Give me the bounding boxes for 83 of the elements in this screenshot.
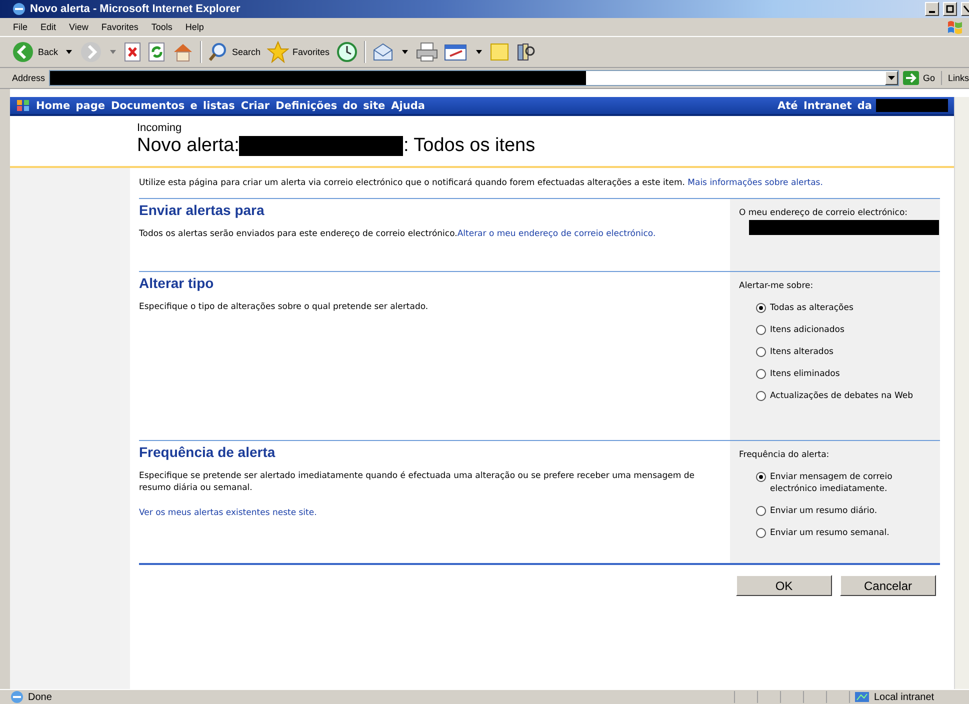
books-icon[interactable] — [516, 42, 536, 62]
option-label: Itens eliminados — [770, 368, 840, 380]
section-description: Todos os alertas serão enviados para este endereço de correio electrónico.Alterar o meu endereço de correio electrónico. — [139, 228, 657, 240]
change-email-link[interactable]: Alterar o meu endereço de correio electrónico. — [457, 229, 656, 239]
menu-item[interactable]: Help — [185, 22, 204, 32]
radio-button[interactable] — [756, 528, 766, 538]
windows-logo-icon — [947, 20, 963, 34]
option-label: Itens alterados — [770, 346, 834, 358]
favorites-button[interactable]: Favorites — [266, 41, 330, 63]
panel-label: Alertar-me sobre: — [739, 280, 814, 292]
option-label: Actualizações de debates na Web — [770, 390, 913, 402]
option-label: Enviar um resumo semanal. — [770, 527, 890, 539]
site-icon — [16, 99, 30, 112]
radio-button[interactable] — [756, 391, 766, 401]
close-button[interactable] — [961, 2, 969, 16]
section-title: Alterar tipo — [139, 275, 215, 291]
menu-item[interactable]: Tools — [151, 22, 172, 32]
option-label: Itens adicionados — [770, 324, 844, 336]
existing-alerts-link[interactable]: Ver os meus alertas existentes neste site. — [139, 508, 317, 518]
intranet-icon — [854, 691, 870, 703]
security-zone: Local intranet — [874, 692, 934, 702]
search-icon — [208, 42, 228, 62]
scrollbar[interactable] — [954, 97, 969, 689]
radio-button[interactable] — [756, 472, 766, 482]
panel-label: O meu endereço de correio electrónico: — [739, 207, 909, 219]
nav-link[interactable]: Documentos e listas — [110, 100, 235, 112]
section-description: Especifique se pretende ser alertado imediatamente quando é efectuada uma alteração ou se prefere receber uma mensagem de resumo diária ou semanal. — [139, 470, 696, 494]
caret-icon — [888, 76, 895, 80]
option-label: Enviar um resumo diário. — [770, 505, 878, 517]
radio-button[interactable] — [756, 347, 766, 357]
form-button[interactable]: OK — [736, 575, 832, 596]
help-link[interactable]: Mais informações sobre alertas. — [688, 178, 823, 188]
go-button[interactable]: Go — [902, 71, 942, 85]
nav-link[interactable]: Home page — [36, 100, 105, 112]
nav-link[interactable]: Até Intranet da — [778, 100, 872, 112]
redaction-bar — [876, 99, 948, 112]
maximize-button[interactable] — [943, 2, 957, 16]
address-label: Address — [12, 73, 46, 83]
nav-link[interactable]: Definições do site — [276, 100, 386, 112]
nav-link[interactable]: Criar — [240, 100, 270, 112]
menu-item[interactable]: View — [69, 22, 88, 32]
close-icon — [962, 5, 968, 13]
list-name: Incoming — [137, 122, 183, 134]
menu-item[interactable]: Edit — [40, 22, 56, 32]
status-text: Done — [28, 692, 52, 702]
caret-icon[interactable] — [402, 50, 408, 54]
radio-button[interactable] — [756, 369, 766, 379]
stop-icon[interactable] — [124, 42, 142, 62]
option-label: Todas as alterações — [770, 302, 854, 314]
option-label: Enviar mensagem de correio electrónico imediatamente. — [770, 471, 894, 495]
history-icon[interactable] — [336, 41, 358, 63]
links-button[interactable]: Links — [946, 73, 969, 83]
search-button[interactable]: Search — [208, 42, 261, 62]
menu-item[interactable]: File — [13, 22, 28, 32]
arrow-icon — [902, 71, 919, 85]
radio-button[interactable] — [756, 506, 766, 516]
address-field[interactable] — [49, 70, 899, 86]
section-title: Enviar alertas para — [139, 202, 266, 218]
edit-icon[interactable] — [444, 42, 468, 62]
intro-text: Utilize esta página para criar um alerta via correio electrónico que o notificará quando forem efectuadas alterações a este item. Mais informações sobre alertas. — [139, 177, 824, 189]
radio-button[interactable] — [756, 303, 766, 313]
panel-label: Frequência do alerta: — [739, 449, 830, 461]
radio-button[interactable] — [756, 325, 766, 335]
maximize-icon — [946, 5, 954, 13]
window-title: Novo alerta - Microsoft Internet Explorer — [30, 3, 240, 15]
dropdown-button[interactable] — [884, 71, 898, 85]
form-button[interactable]: Cancelar — [840, 575, 936, 596]
caret-icon[interactable] — [66, 50, 72, 54]
page-title: Novo alerta: — [137, 135, 240, 157]
menu-item[interactable]: Favorites — [101, 22, 138, 32]
star-icon — [266, 41, 289, 63]
home-icon[interactable] — [172, 42, 194, 62]
mail-icon[interactable] — [372, 42, 394, 62]
section-description: Especifique o tipo de alterações sobre o qual pretende ser alertado. — [139, 301, 430, 313]
page-title: : Todos os itens — [403, 135, 536, 157]
minimize-button[interactable] — [925, 2, 939, 16]
back-button[interactable]: Back — [12, 41, 58, 63]
printer-icon[interactable] — [416, 42, 438, 62]
nav-link[interactable]: Ajuda — [391, 100, 425, 112]
caret-icon[interactable] — [476, 50, 482, 54]
refresh-icon[interactable] — [148, 42, 166, 62]
section-title: Frequência de alerta — [139, 444, 276, 460]
browser-icon — [12, 2, 26, 16]
